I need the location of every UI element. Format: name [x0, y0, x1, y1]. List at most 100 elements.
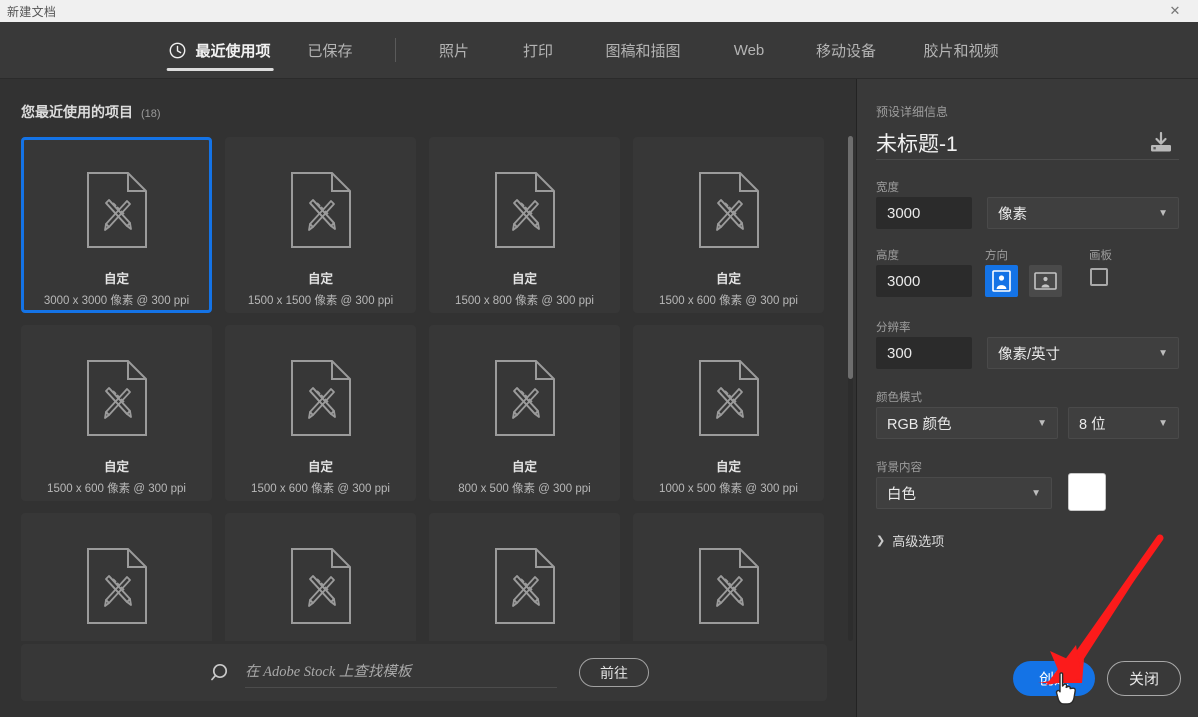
document-preset-icon	[698, 352, 760, 444]
resolution-input[interactable]	[876, 337, 972, 369]
tab-label: 打印	[522, 42, 553, 60]
recent-preset-title: 自定	[103, 272, 129, 286]
document-preset-icon	[494, 540, 556, 632]
bit-depth-select[interactable]: 8 位 ▼	[1068, 407, 1179, 439]
document-preset-icon	[698, 540, 760, 632]
recent-preset-dimensions: 800 x 500 像素 @ 300 ppi	[458, 483, 591, 495]
preset-details-label: 预设详细信息	[876, 105, 949, 119]
tab-0[interactable]: 最近使用项	[158, 22, 282, 79]
recent-preset-card[interactable]: 自定 1500 x 800 像素 @ 300 ppi	[429, 137, 620, 313]
width-unit-value: 像素	[998, 206, 1027, 223]
background-contents-select[interactable]: 白色 ▼	[876, 477, 1052, 509]
tab-1[interactable]: 已保存	[282, 22, 378, 79]
close-icon: ✕	[1169, 3, 1181, 18]
recent-preset-card[interactable]: 自定 1500 x 600 像素 @ 300 ppi	[21, 325, 212, 501]
tab-active-underline	[166, 67, 274, 71]
tab-8[interactable]: 胶片和视频	[900, 22, 1022, 79]
document-preset-icon	[86, 164, 148, 256]
recent-preset-title: 自定	[103, 460, 129, 474]
chevron-down-icon: ▼	[1158, 417, 1168, 429]
recent-preset-card[interactable]: 自定 3000 x 3000 像素 @ 300 ppi	[21, 137, 212, 313]
document-name-row	[876, 126, 1179, 160]
recents-panel: 您最近使用的项目 (18) 自定 3000 x 3000 像素 @ 300 ppi…	[0, 79, 855, 717]
recents-scrollbar-thumb[interactable]	[848, 136, 853, 379]
document-name-input[interactable]	[876, 130, 1116, 155]
height-label: 高度	[876, 250, 899, 262]
recent-preset-card[interactable]: 自定 1000 x 500 像素 @ 300 ppi	[633, 325, 824, 501]
resolution-unit-value: 像素/英寸	[998, 346, 1061, 363]
tab-divider-line	[394, 38, 396, 62]
recents-count: (18)	[141, 108, 161, 120]
create-button[interactable]: 创建	[1013, 661, 1095, 696]
tab-divider	[378, 38, 412, 62]
tab-label: 已保存	[307, 42, 353, 60]
search-icon	[211, 662, 233, 684]
document-preset-icon	[290, 164, 352, 256]
resolution-label: 分辨率	[876, 322, 911, 334]
window-close-button[interactable]: ✕	[1152, 0, 1198, 22]
recent-preset-card[interactable]: 自定 1500 x 600 像素 @ 300 ppi	[225, 325, 416, 501]
tab-4[interactable]: 打印	[496, 22, 580, 79]
category-tab-bar: 最近使用项 已保存 照片 打印 图稿和插图 Web 移动设备 胶片和视频	[0, 22, 1198, 79]
close-dialog-button[interactable]: 关闭	[1107, 661, 1181, 696]
recent-preset-title: 自定	[511, 460, 537, 474]
height-input[interactable]	[876, 265, 972, 297]
width-unit-select[interactable]: 像素 ▼	[987, 197, 1179, 229]
landscape-orientation-icon[interactable]	[1029, 265, 1062, 297]
recent-preset-title: 自定	[511, 272, 537, 286]
window-title-bar: 新建文档 ✕	[0, 0, 1198, 22]
tab-label: 最近使用项	[195, 42, 271, 60]
recent-preset-card[interactable]: 自定 1500 x 600 像素 @ 300 ppi	[633, 137, 824, 313]
recent-preset-card[interactable]: 自定	[21, 513, 212, 641]
recent-preset-dimensions: 3000 x 3000 像素 @ 300 ppi	[43, 295, 190, 307]
recent-preset-card[interactable]: 自定	[429, 513, 620, 641]
artboards-checkbox[interactable]	[1090, 268, 1108, 286]
width-label: 宽度	[876, 182, 899, 194]
recent-preset-dimensions: 1500 x 600 像素 @ 300 ppi	[659, 295, 798, 307]
stock-go-button[interactable]: 前往	[579, 658, 649, 687]
document-preset-icon	[86, 540, 148, 632]
save-preset-icon[interactable]	[1147, 131, 1175, 155]
tab-3[interactable]: 照片	[412, 22, 496, 79]
document-preset-icon	[494, 164, 556, 256]
portrait-orientation-icon[interactable]	[985, 265, 1018, 297]
background-color-swatch[interactable]	[1068, 473, 1106, 511]
document-preset-icon	[86, 352, 148, 444]
recent-preset-dimensions: 1500 x 800 像素 @ 300 ppi	[455, 295, 594, 307]
recent-preset-dimensions: 1500 x 600 像素 @ 300 ppi	[47, 483, 186, 495]
bit-depth-value: 8 位	[1079, 416, 1106, 433]
advanced-options-toggle[interactable]: ❯ 高级选项	[876, 531, 944, 550]
document-preset-icon	[698, 164, 760, 256]
recents-scrollbar-track[interactable]	[848, 136, 853, 641]
advanced-options-label: 高级选项	[892, 534, 945, 549]
recent-preset-card[interactable]: 自定	[633, 513, 824, 641]
artboards-label: 画板	[1089, 250, 1112, 262]
document-preset-icon	[290, 352, 352, 444]
adobe-stock-search-bar: 前往	[21, 644, 827, 701]
tab-label: 图稿和插图	[605, 42, 681, 60]
recent-preset-title: 自定	[715, 460, 741, 474]
color-mode-select[interactable]: RGB 颜色 ▼	[876, 407, 1058, 439]
recent-preset-dimensions: 1000 x 500 像素 @ 300 ppi	[659, 483, 798, 495]
tab-5[interactable]: 图稿和插图	[580, 22, 706, 79]
recents-grid: 自定 3000 x 3000 像素 @ 300 ppi 自定 1500 x 1500 …	[0, 134, 845, 641]
recent-preset-dimensions: 1500 x 600 像素 @ 300 ppi	[251, 483, 390, 495]
resolution-unit-select[interactable]: 像素/英寸 ▼	[987, 337, 1179, 369]
recent-preset-card[interactable]: 自定 800 x 500 像素 @ 300 ppi	[429, 325, 620, 501]
tab-7[interactable]: 移动设备	[792, 22, 900, 79]
width-input[interactable]	[876, 197, 972, 229]
tab-6[interactable]: Web	[706, 22, 792, 79]
chevron-down-icon: ▼	[1031, 487, 1041, 499]
color-mode-label: 颜色模式	[876, 392, 922, 404]
tab-label: 移动设备	[815, 42, 876, 60]
tab-label: Web	[733, 41, 765, 59]
stock-search-input[interactable]	[245, 657, 557, 688]
recent-preset-dimensions: 1500 x 1500 像素 @ 300 ppi	[247, 295, 394, 307]
preset-details-panel: 预设详细信息 宽度 像素 ▼ 高度 方向	[856, 79, 1198, 717]
color-mode-value: RGB 颜色	[887, 416, 952, 433]
tab-label: 照片	[438, 42, 469, 60]
orientation-label: 方向	[985, 250, 1008, 262]
recent-preset-card[interactable]: 自定 1500 x 1500 像素 @ 300 ppi	[225, 137, 416, 313]
document-preset-icon	[290, 540, 352, 632]
recent-preset-card[interactable]: 自定	[225, 513, 416, 641]
